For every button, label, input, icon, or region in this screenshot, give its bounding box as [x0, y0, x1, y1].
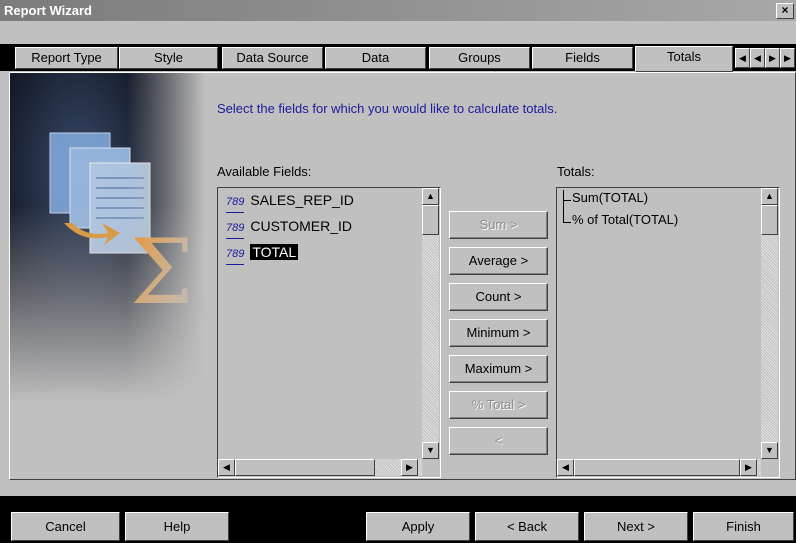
vertical-scrollbar[interactable]: ▲ ▼ [761, 188, 778, 459]
help-button[interactable]: Help [125, 512, 229, 541]
scroll-up-button[interactable]: ▲ [761, 188, 778, 205]
window-title: Report Wizard [4, 3, 92, 18]
horizontal-scrollbar[interactable]: ◀ ▶ [218, 459, 422, 476]
list-item[interactable]: Sum(TOTAL) [572, 188, 648, 208]
cancel-button[interactable]: Cancel [11, 512, 120, 541]
first-tab-button[interactable]: ◀ [735, 48, 750, 68]
close-button[interactable]: × [776, 3, 794, 19]
scroll-left-button[interactable]: ◀ [218, 459, 235, 476]
scroll-thumb[interactable] [761, 205, 778, 235]
tab-report-type[interactable]: Report Type [15, 47, 118, 69]
maximum-button[interactable]: Maximum > [449, 355, 548, 383]
back-button[interactable]: < Back [475, 512, 579, 541]
number-field-icon: 789 [226, 218, 245, 239]
available-fields-label: Available Fields: [217, 164, 312, 179]
vertical-scrollbar[interactable]: ▲ ▼ [422, 188, 439, 459]
tab-data[interactable]: Data [325, 47, 426, 69]
scroll-up-button[interactable]: ▲ [422, 188, 439, 205]
prev-icon: ◀ [754, 53, 761, 63]
prev-tab-button[interactable]: ◀ [750, 48, 765, 68]
up-arrow-icon: ▲ [426, 191, 435, 201]
scroll-thumb[interactable] [574, 459, 740, 476]
tab-style[interactable]: Style [119, 47, 218, 69]
scroll-down-button[interactable]: ▼ [761, 442, 778, 459]
wizard-illustration: Σ [10, 73, 205, 403]
right-arrow-icon: ▶ [406, 462, 413, 472]
finish-button[interactable]: Finish [693, 512, 794, 541]
list-item[interactable]: 789 SALES_REP_ID [226, 190, 354, 213]
title-bar: Report Wizard × [0, 0, 796, 21]
tab-fields[interactable]: Fields [532, 47, 633, 69]
tab-data-source[interactable]: Data Source [222, 47, 323, 69]
down-arrow-icon: ▼ [426, 445, 435, 455]
scroll-down-button[interactable]: ▼ [422, 442, 439, 459]
left-arrow-icon: ◀ [562, 462, 569, 472]
list-item-selected[interactable]: 789 TOTAL [226, 242, 299, 265]
left-arrow-icon: ◀ [223, 462, 230, 472]
tab-groups[interactable]: Groups [429, 47, 530, 69]
percent-total-button[interactable]: % Total > [449, 391, 548, 419]
scroll-right-button[interactable]: ▶ [740, 459, 757, 476]
apply-button[interactable]: Apply [366, 512, 470, 541]
tab-totals[interactable]: Totals [635, 46, 733, 72]
scroll-left-button[interactable]: ◀ [557, 459, 574, 476]
first-page-icon: ◀ [739, 53, 746, 63]
remove-button[interactable]: < [449, 427, 548, 455]
number-field-icon: 789 [226, 192, 245, 213]
count-button[interactable]: Count > [449, 283, 548, 311]
minimum-button[interactable]: Minimum > [449, 319, 548, 347]
scroll-right-button[interactable]: ▶ [401, 459, 418, 476]
right-arrow-icon: ▶ [745, 462, 752, 472]
totals-list[interactable]: Sum(TOTAL) % of Total(TOTAL) ▲ ▼ ◀ ▶ [556, 187, 780, 478]
available-fields-list[interactable]: 789 SALES_REP_ID 789 CUSTOMER_ID 789 TOTAL … [217, 187, 441, 478]
last-tab-button[interactable]: ▶ [780, 48, 795, 68]
average-button[interactable]: Average > [449, 247, 548, 275]
next-tab-button[interactable]: ▶ [765, 48, 780, 68]
list-item[interactable]: % of Total(TOTAL) [572, 210, 678, 230]
number-field-icon: 789 [226, 244, 245, 265]
next-icon: ▶ [769, 53, 776, 63]
down-arrow-icon: ▼ [765, 445, 774, 455]
scroll-thumb[interactable] [235, 459, 375, 476]
list-item[interactable]: 789 CUSTOMER_ID [226, 216, 352, 239]
up-arrow-icon: ▲ [765, 191, 774, 201]
scroll-thumb[interactable] [422, 205, 439, 235]
horizontal-scrollbar[interactable]: ◀ ▶ [557, 459, 761, 476]
totals-label: Totals: [557, 164, 595, 179]
instruction-text: Select the fields for which you would li… [217, 101, 558, 116]
last-page-icon: ▶ [784, 53, 791, 63]
next-button[interactable]: Next > [584, 512, 688, 541]
close-icon: × [781, 3, 789, 17]
sum-button[interactable]: Sum > [449, 211, 548, 239]
